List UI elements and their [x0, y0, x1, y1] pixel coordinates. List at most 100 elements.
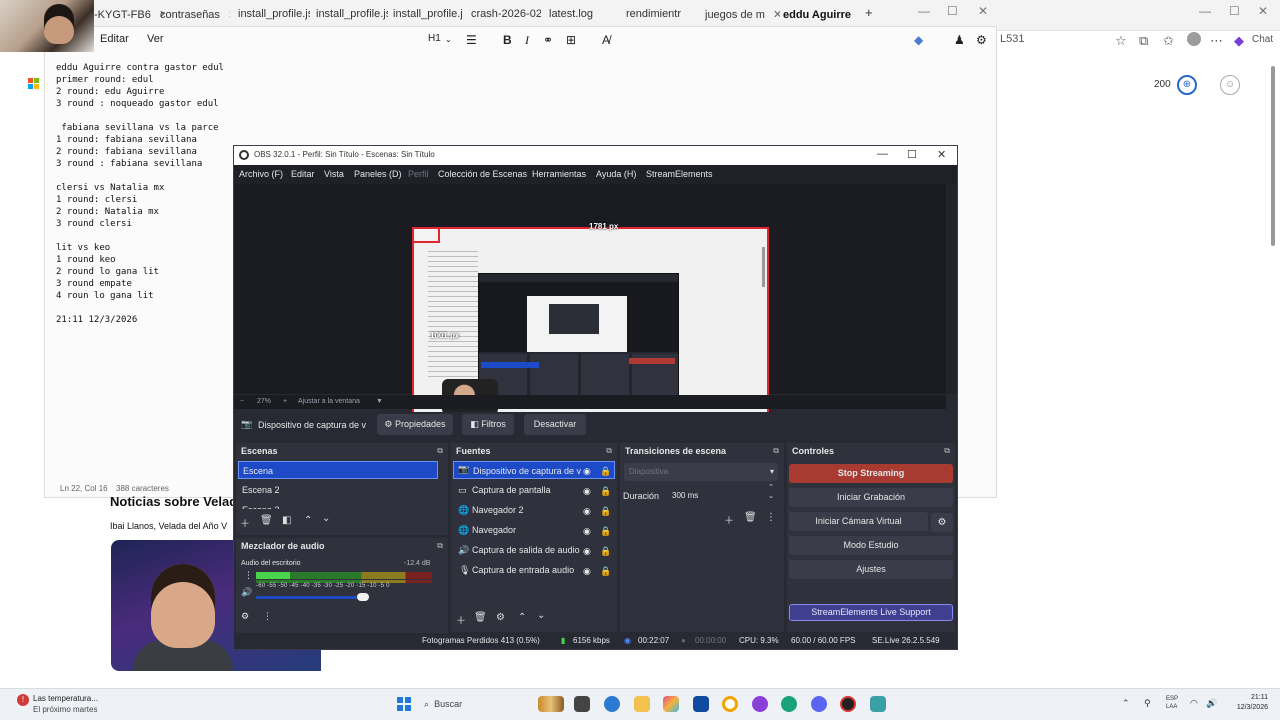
taskbar-search[interactable]: ⌕ Buscar — [424, 695, 534, 713]
star-icon[interactable]: ☆ — [1115, 33, 1127, 49]
volume-slider-handle[interactable] — [357, 593, 369, 601]
account-icon[interactable]: ♟ — [954, 33, 965, 47]
news-heading[interactable]: Noticias sobre Velad — [110, 494, 237, 509]
more-icon[interactable]: ⋯ — [1210, 33, 1223, 49]
gear-icon[interactable]: ⚙ — [496, 612, 505, 623]
volume-slider[interactable] — [256, 596, 366, 599]
visibility-eye-icon[interactable]: ◉ — [583, 486, 591, 497]
menu-view[interactable]: Ver — [147, 33, 164, 45]
spinner-icon[interactable]: ⌃ ⌄ — [768, 483, 774, 501]
more-vertical-icon[interactable]: ⋮ — [766, 512, 776, 523]
close-icon[interactable]: ✕ — [773, 9, 780, 21]
scene-item[interactable]: Escena 3 — [238, 499, 438, 509]
chevron-up-icon[interactable]: ⌃ — [518, 612, 526, 623]
chat-label[interactable]: Chat — [1252, 34, 1273, 45]
bold-button[interactable]: B — [503, 33, 512, 47]
new-tab-button[interactable]: + — [865, 5, 879, 25]
italic-button[interactable]: I — [525, 33, 529, 48]
heading-dropdown[interactable]: H1 — [428, 33, 441, 44]
maximize-icon[interactable]: ☐ — [907, 148, 917, 161]
table-icon[interactable]: ⊞ — [566, 33, 576, 47]
menu-help[interactable]: Ayuda (H) — [596, 169, 636, 179]
weather-title[interactable]: Las temperatura... — [33, 694, 98, 703]
notepad-icon[interactable] — [870, 696, 886, 712]
copilot-icon[interactable] — [663, 696, 679, 712]
scene-filters-icon[interactable]: ◧ — [282, 515, 291, 526]
user-icon[interactable]: ☺ — [1220, 75, 1240, 95]
add-transition-button[interactable]: ＋ — [724, 512, 734, 527]
network-icon[interactable]: ⚲ — [1144, 698, 1151, 709]
scene-item[interactable]: Escena — [238, 461, 438, 479]
streamelements-support-button[interactable]: StreamElements Live Support — [789, 604, 953, 621]
lock-icon[interactable]: 🔒 — [600, 566, 611, 577]
menu-file[interactable]: Archivo (F) — [239, 169, 283, 179]
task-view-icon[interactable] — [574, 696, 590, 712]
trash-icon[interactable]: 🗑 — [260, 515, 273, 526]
menu-edit[interactable]: Editar — [291, 169, 315, 179]
list-icon[interactable]: ☰ — [466, 33, 477, 47]
virtual-camera-settings-button[interactable]: ⚙ — [931, 513, 953, 532]
discord-icon[interactable] — [811, 696, 827, 712]
close-icon[interactable]: ✕ — [937, 148, 946, 161]
minimize-icon[interactable]: — — [918, 4, 930, 18]
lock-icon[interactable]: 🔒 — [600, 466, 611, 477]
clear-format-icon[interactable]: A̸ — [602, 33, 610, 47]
visibility-eye-icon[interactable]: ◉ — [583, 466, 591, 477]
fit-window-button[interactable]: Ajustar a la ventana — [298, 398, 360, 405]
visibility-eye-icon[interactable]: ◉ — [583, 506, 591, 517]
link-icon[interactable]: ⚭ — [543, 33, 553, 47]
store-icon[interactable] — [693, 696, 709, 712]
menu-tools[interactable]: Herramientas — [532, 169, 586, 179]
zoom-out-button[interactable]: − — [240, 398, 244, 405]
obs-icon[interactable] — [840, 696, 856, 712]
language-indicator[interactable]: ESP LAA — [1166, 695, 1178, 711]
widgets-icon[interactable] — [538, 696, 564, 712]
transition-select[interactable]: Diapositiva ▾ — [624, 463, 778, 481]
source-bounding-box[interactable] — [412, 227, 440, 243]
chrome-icon[interactable] — [722, 696, 738, 712]
undock-icon[interactable]: ⧉ — [437, 446, 443, 456]
close-icon[interactable]: ✕ — [228, 9, 230, 21]
browser-tab[interactable]: rendimientr — [626, 8, 696, 28]
settings-button[interactable]: Ajustes — [789, 560, 953, 579]
lock-icon[interactable]: 🔒 — [600, 486, 611, 497]
browser-tab[interactable]: crash-2026-02-22_ — [471, 8, 541, 28]
scrollbar-thumb[interactable] — [1271, 66, 1275, 246]
chevron-up-icon[interactable]: ⌃ — [1122, 698, 1130, 709]
menu-view[interactable]: Vista — [324, 169, 344, 179]
browser-tab[interactable]: contraseñas ✕ — [160, 8, 230, 28]
page-scrollbar[interactable] — [1269, 52, 1277, 680]
browser-tab[interactable]: -KYGT-FB6 ✕ — [94, 8, 164, 28]
chevron-up-icon[interactable]: ⌃ — [304, 515, 312, 526]
lock-icon[interactable]: 🔒 — [600, 546, 611, 557]
weather-alert-icon[interactable]: ! — [17, 694, 29, 706]
undock-icon[interactable]: ⧉ — [773, 446, 779, 456]
stop-streaming-button[interactable]: Stop Streaming — [789, 464, 953, 483]
trash-icon[interactable]: 🗑 — [744, 512, 757, 523]
menu-scene-collection[interactable]: Colección de Escenas — [438, 169, 527, 179]
split-screen-icon[interactable]: ⧉ — [1139, 33, 1148, 49]
visibility-eye-icon[interactable]: ◉ — [583, 546, 591, 557]
add-scene-button[interactable]: ＋ — [240, 515, 250, 530]
preview-area[interactable]: 1781 px 1001 px — [234, 184, 946, 428]
menu-edit[interactable]: Editar — [100, 33, 129, 45]
visibility-eye-icon[interactable]: ◉ — [583, 526, 591, 537]
more-vertical-icon[interactable]: ⋮ — [263, 611, 272, 622]
lock-icon[interactable]: 🔒 — [600, 526, 611, 537]
file-explorer-icon[interactable] — [634, 696, 650, 712]
gear-icon[interactable]: ⚙ — [976, 33, 987, 47]
zoom-in-button[interactable]: + — [283, 398, 287, 405]
clock[interactable]: 21:11 12/3/2026 — [1228, 693, 1268, 713]
browser-tab[interactable]: install_profile.json — [238, 8, 310, 28]
trash-icon[interactable]: 🗑 — [474, 612, 487, 623]
visibility-eye-icon[interactable]: ◉ — [583, 566, 591, 577]
more-vertical-icon[interactable]: ⋮ — [244, 570, 253, 581]
minimize-icon[interactable]: — — [877, 148, 888, 160]
chevron-down-icon[interactable]: ⌄ — [322, 513, 330, 524]
add-source-button[interactable]: ＋ — [456, 612, 466, 627]
copilot-icon[interactable]: ◆ — [1234, 33, 1244, 49]
chevron-down-icon[interactable]: ⌄ — [537, 610, 545, 621]
browser-tab-active[interactable]: eddu Aguirre✕ — [783, 8, 858, 28]
advanced-audio-icon[interactable]: ⚙ — [241, 611, 249, 622]
news-subtitle[interactable]: Ibai Llanos, Velada del Año V — [110, 521, 227, 531]
